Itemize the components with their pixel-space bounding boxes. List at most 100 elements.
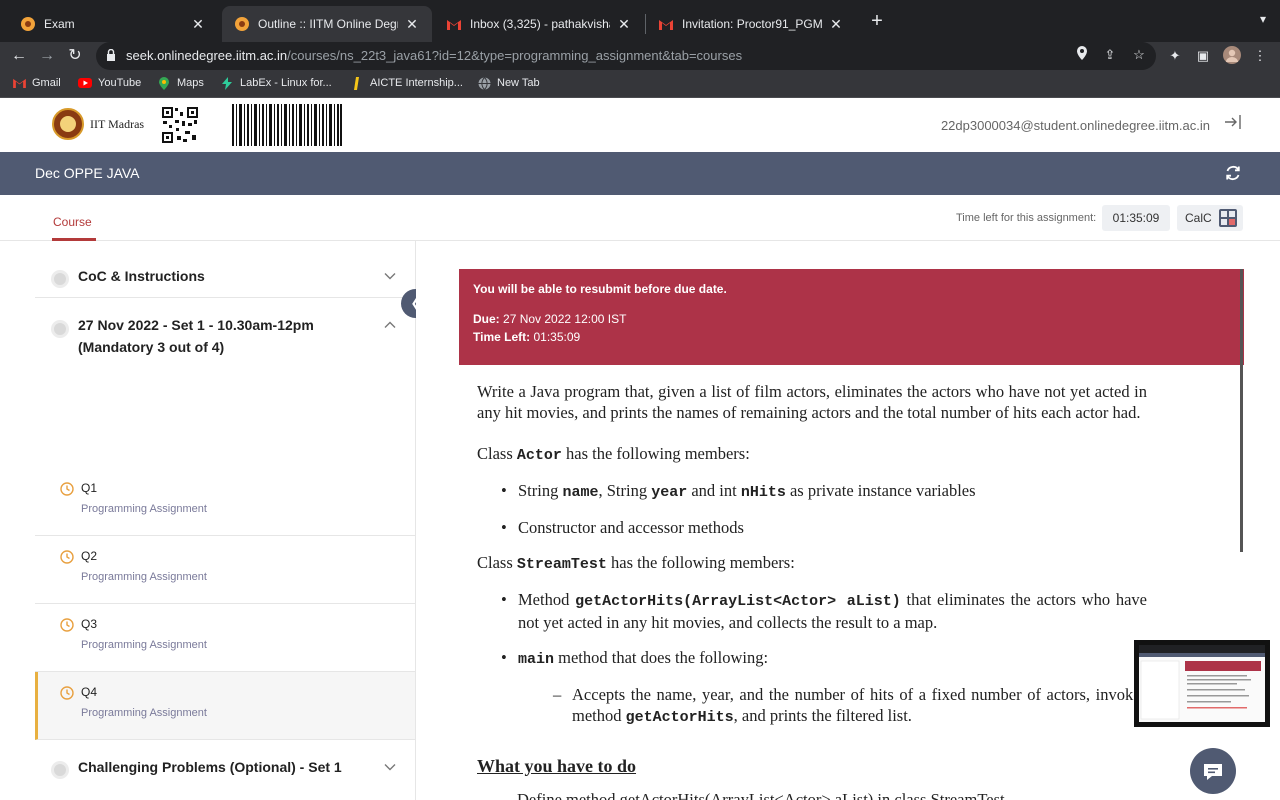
item-name: Q2 — [81, 549, 98, 563]
clock-icon — [60, 482, 74, 496]
barcode-icon — [232, 104, 342, 146]
close-tab-icon[interactable]: ✕ — [616, 16, 632, 33]
time-left-line: Time Left: 01:35:09 — [473, 330, 581, 344]
gmail-icon — [658, 16, 674, 32]
chat-icon — [1204, 764, 1222, 780]
new-tab-plus-icon[interactable]: + — [866, 10, 888, 32]
bookmark-star-icon[interactable]: ☆ — [1130, 46, 1148, 64]
bookmark-youtube[interactable]: YouTube — [78, 76, 141, 90]
chevron-up-icon[interactable] — [383, 318, 397, 332]
bookmark-maps[interactable]: Maps — [157, 76, 204, 90]
chat-support-button[interactable] — [1190, 748, 1236, 794]
item-type: Programming Assignment — [81, 707, 207, 719]
section-challenging-problems[interactable]: Challenging Problems (Optional) - Set 1 — [35, 740, 415, 796]
back-arrow-icon[interactable]: ← — [8, 45, 30, 67]
logo-text: IIT Madras — [90, 116, 145, 131]
problem-statement: Write a Java program that, given a list … — [477, 381, 1147, 800]
bookmark-gmail[interactable]: Gmail — [12, 76, 61, 90]
bookmark-label: Gmail — [32, 77, 61, 89]
logout-icon[interactable] — [1224, 114, 1242, 134]
close-tab-icon[interactable]: ✕ — [404, 16, 420, 33]
labex-icon — [220, 76, 234, 90]
actor-members-list: String name, String year and int nHits a… — [477, 480, 1147, 538]
chevron-down-icon[interactable] — [383, 269, 397, 283]
clock-icon — [60, 550, 74, 564]
chevron-down-icon[interactable] — [383, 760, 397, 774]
screen-share-thumbnail[interactable] — [1134, 640, 1270, 727]
bookmark-new-tab[interactable]: New Tab — [477, 76, 540, 90]
sidebar-item-q3[interactable]: Q3 Programming Assignment — [35, 604, 415, 672]
tab-title: Outline :: IITM Online Degree — [258, 17, 398, 31]
list-item: Method getActorHits(ArrayList<Actor> aLi… — [501, 589, 1147, 633]
section-coc-instructions[interactable]: CoC & Instructions — [35, 241, 415, 298]
gmail-icon — [12, 76, 26, 90]
course-subbar: Course Time left for this assignment: 01… — [0, 195, 1280, 241]
calculator-button[interactable]: CalC — [1177, 205, 1243, 231]
bookmarks-bar: Gmail YouTube Maps LabEx - Linux for... … — [0, 72, 1280, 98]
clock-icon — [60, 618, 74, 632]
sidebar-item-q4[interactable]: Q4 Programming Assignment — [35, 672, 415, 740]
item-name: Q4 — [81, 685, 98, 699]
list-item: String name, String year and int nHits a… — [501, 480, 1147, 503]
tab-course[interactable]: Course — [53, 215, 92, 229]
tab-title: Exam — [44, 17, 75, 31]
time-left-label: Time left for this assignment: — [956, 212, 1097, 224]
assignment-timer: 01:35:09 — [1102, 205, 1170, 231]
globe-icon — [477, 76, 491, 90]
section-status-icon — [51, 320, 69, 338]
forward-arrow-icon[interactable]: → — [36, 45, 58, 67]
item-name: Q3 — [81, 617, 98, 631]
tab-favicon-icon — [234, 16, 250, 32]
section-title: 27 Nov 2022 - Set 1 - 10.30am-12pm (Mand… — [78, 317, 314, 355]
sidebar-item-q1[interactable]: Q1 Programming Assignment — [35, 468, 415, 536]
item-name: Q1 — [81, 481, 98, 495]
iitm-emblem-icon — [52, 108, 84, 140]
section-title: Challenging Problems (Optional) - Set 1 — [78, 759, 342, 775]
url-text: seek.onlinedegree.iitm.ac.in/courses/ns_… — [126, 48, 743, 63]
browser-tab-active[interactable]: Outline :: IITM Online Degree ✕ — [222, 6, 432, 42]
browser-menu-icon[interactable]: ⋮ — [1250, 46, 1270, 66]
browser-toolbar: ← → ↻ seek.onlinedegree.iitm.ac.in/cours… — [0, 42, 1280, 72]
class-actor-heading: Class Actor has the following members: — [477, 444, 750, 464]
bookmark-aicte[interactable]: AICTE Internship... — [350, 76, 463, 90]
site-header: IIT Madras 22dp3000034@student.onlinedeg… — [0, 98, 1280, 152]
browser-tab[interactable]: Inbox (3,325) - pathakvishal13 ✕ — [434, 6, 644, 42]
bookmark-labex[interactable]: LabEx - Linux for... — [220, 76, 332, 90]
section-set-1[interactable]: 27 Nov 2022 - Set 1 - 10.30am-12pm (Mand… — [35, 298, 415, 369]
tab-favicon-icon — [20, 16, 36, 32]
profile-avatar-icon[interactable] — [1222, 46, 1242, 66]
item-type: Programming Assignment — [81, 571, 207, 583]
browser-tabstrip: Exam ✕ Outline :: IITM Online Degree ✕ I… — [0, 0, 1280, 42]
user-email: 22dp3000034@student.onlinedegree.iitm.ac… — [940, 118, 1210, 133]
refresh-icon[interactable] — [1224, 164, 1242, 182]
class-streamtest-heading: Class StreamTest has the following membe… — [477, 553, 795, 573]
bookmark-label: AICTE Internship... — [370, 77, 463, 89]
main-method-sublist: Accepts the name, year, and the number o… — [518, 684, 1147, 728]
extensions-puzzle-icon[interactable]: ✦ — [1165, 46, 1185, 66]
bookmark-label: Maps — [177, 77, 204, 89]
aicte-icon — [350, 76, 364, 90]
location-pin-icon[interactable] — [1073, 46, 1091, 64]
resubmit-message: You will be able to resubmit before due … — [473, 282, 727, 296]
reload-icon[interactable]: ↻ — [64, 45, 86, 67]
browser-tab[interactable]: Invitation: Proctor91_PGMQ2_ ✕ — [646, 6, 856, 42]
streamtest-members-list: Method getActorHits(ArrayList<Actor> aLi… — [477, 589, 1147, 728]
close-tab-icon[interactable]: ✕ — [828, 16, 844, 33]
side-panel-icon[interactable]: ▣ — [1193, 46, 1213, 66]
address-bar[interactable]: seek.onlinedegree.iitm.ac.in/courses/ns_… — [96, 42, 1156, 70]
share-icon[interactable]: ⇪ — [1101, 46, 1119, 64]
qr-code-icon — [161, 106, 199, 144]
tab-title: Invitation: Proctor91_PGMQ2_ — [682, 17, 822, 31]
section-title: CoC & Instructions — [78, 268, 205, 284]
tab-search-chevron-icon[interactable]: ▾ — [1260, 12, 1266, 26]
calculator-icon — [1219, 209, 1237, 227]
sidebar-item-q2[interactable]: Q2 Programming Assignment — [35, 536, 415, 604]
content-scrollbar[interactable] — [1240, 269, 1243, 552]
list-item: Accepts the name, year, and the number o… — [553, 684, 1147, 728]
close-tab-icon[interactable]: ✕ — [190, 16, 206, 33]
site-logo[interactable]: IIT Madras — [52, 108, 144, 140]
browser-tab[interactable]: Exam ✕ — [8, 6, 218, 42]
cut-off-line: Define method getActorHits(ArrayList<Act… — [517, 790, 1005, 800]
bookmark-label: LabEx - Linux for... — [240, 77, 332, 89]
maps-pin-icon — [157, 76, 171, 90]
